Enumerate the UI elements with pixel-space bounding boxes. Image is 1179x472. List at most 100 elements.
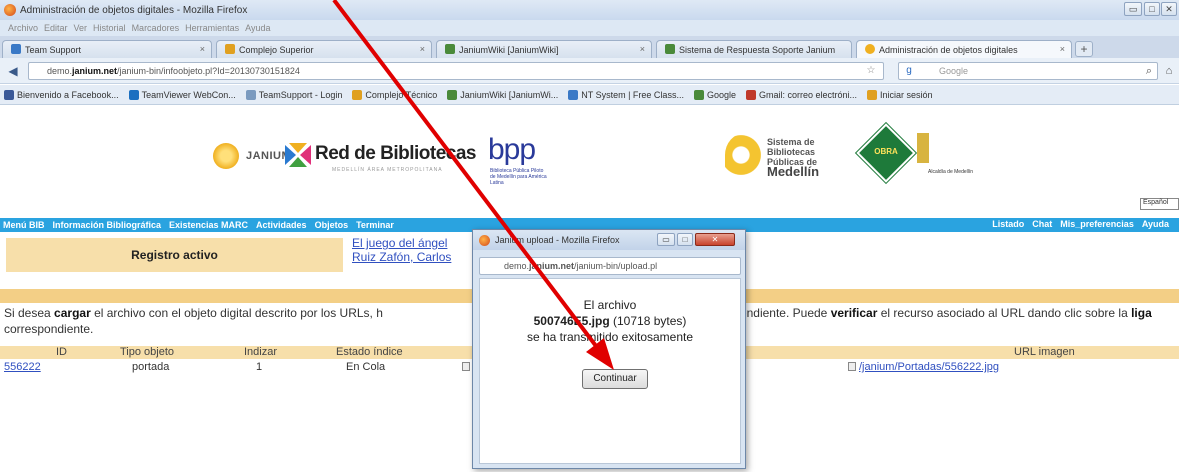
- tab-label: Sistema de Respuesta Soporte Janium: [679, 45, 836, 55]
- nt-icon: [568, 89, 579, 100]
- popup-minimize-button[interactable]: ▭: [657, 233, 675, 246]
- menu-chat[interactable]: Chat: [1032, 219, 1052, 229]
- registro-activo-label: Registro activo: [6, 238, 343, 272]
- window-title: Administración de objetos digitales - Mo…: [20, 4, 248, 16]
- url-path: /janium-bin/infoobjeto.pl?Id=20130730151…: [117, 66, 300, 76]
- close-window-button[interactable]: ✕: [1161, 2, 1177, 16]
- firefox-icon: [4, 4, 16, 16]
- tab-label: Team Support: [25, 45, 82, 55]
- popup-maximize-button[interactable]: □: [677, 233, 693, 246]
- bookmark-facebook[interactable]: Bienvenido a Facebook...: [4, 89, 119, 100]
- menu-bib[interactable]: Menú BIB: [3, 220, 45, 230]
- sbp-logo-icon: [725, 133, 765, 177]
- desc-bold: liga: [1131, 306, 1152, 320]
- bookmark-teamviewer[interactable]: TeamViewer WebCon...: [128, 89, 236, 100]
- menu-objetos[interactable]: Objetos: [315, 220, 349, 230]
- search-icon[interactable]: ⌕: [1140, 62, 1158, 80]
- popup-close-button[interactable]: ✕: [695, 233, 735, 246]
- desc-bold: cargar: [54, 306, 91, 320]
- menu-ayuda-page[interactable]: Ayuda: [1142, 219, 1169, 229]
- new-tab-button[interactable]: +: [1075, 41, 1093, 57]
- menu-existencias-marc[interactable]: Existencias MARC: [169, 220, 248, 230]
- popup-url-bar[interactable]: demo.janium.net/janium-bin/upload.pl: [479, 257, 741, 275]
- menu-editar[interactable]: Editar: [44, 23, 68, 33]
- url-imagen-link[interactable]: /janium/Portadas/556222.jpg: [859, 361, 999, 373]
- bpp-logo: bpp: [488, 133, 536, 166]
- url-host: janium.net: [529, 261, 575, 271]
- header-logos: JANIUM Red de Bibliotecas MEDELLÍN ÁREA …: [0, 123, 1179, 200]
- row-estado: En Cola: [346, 361, 386, 373]
- menu-archivo[interactable]: Archivo: [8, 23, 38, 33]
- wiki-icon: [445, 44, 455, 54]
- tab-complejo[interactable]: Complejo Superior ×: [216, 40, 432, 58]
- menu-historial[interactable]: Historial: [93, 23, 126, 33]
- close-tab-icon[interactable]: ×: [640, 44, 645, 54]
- teamsupport-icon: [245, 89, 256, 100]
- bookmark-teamsupport[interactable]: TeamSupport - Login: [245, 89, 342, 100]
- menu-herramientas[interactable]: Herramientas: [185, 23, 239, 33]
- maximize-button[interactable]: □: [1144, 2, 1160, 16]
- gmail-icon: [745, 89, 756, 100]
- menu-ver[interactable]: Ver: [74, 23, 88, 33]
- bpp-subtitle: Biblioteca Pública Piloto de Medellín pa…: [490, 168, 547, 186]
- search-input[interactable]: Google: [898, 62, 1158, 80]
- url-path: /janium-bin/upload.pl: [574, 261, 658, 271]
- desc-text: el archivo con el objeto digital descrit…: [90, 306, 383, 320]
- row-indizar: 1: [256, 361, 263, 373]
- desc-text: correspondiente.: [4, 322, 94, 336]
- back-arrow-icon[interactable]: ◀: [4, 62, 22, 80]
- star-icon[interactable]: ☆: [862, 62, 880, 80]
- close-tab-icon[interactable]: ×: [1060, 44, 1065, 54]
- menu-marcadores[interactable]: Marcadores: [132, 23, 180, 33]
- facebook-icon: [4, 89, 14, 100]
- bookmark-label: Complejo Técnico: [365, 89, 438, 100]
- bookmark-ntsystem[interactable]: NT System | Free Class...: [568, 89, 684, 100]
- navigation-bar: ◀ demo.janium.net/janium-bin/infoobjeto.…: [0, 58, 1179, 84]
- tab-team-support[interactable]: Team Support ×: [2, 40, 212, 58]
- wiki-icon: [447, 89, 458, 100]
- bookmark-complejo[interactable]: Complejo Técnico: [352, 89, 438, 100]
- google-engine-icon[interactable]: g: [900, 62, 918, 80]
- desc-bold: verificar: [830, 306, 878, 320]
- url-row: /janium/Portadas/556222.jpg: [848, 361, 999, 373]
- menu-informacion-bibliografica[interactable]: Información Bibliográfica: [53, 220, 162, 230]
- close-tab-icon[interactable]: ×: [200, 44, 205, 54]
- bookmark-label: NT System | Free Class...: [581, 89, 684, 100]
- upload-popup-window: Janium upload - Mozilla Firefox ▭ □ ✕ de…: [472, 229, 746, 469]
- close-tab-icon[interactable]: ×: [420, 44, 425, 54]
- red-bibliotecas-title: Red de Bibliotecas: [315, 143, 477, 164]
- bookmark-gmail[interactable]: Gmail: correo electróni...: [745, 89, 857, 100]
- title-link[interactable]: El juego del ángel: [352, 236, 451, 250]
- author-link[interactable]: Ruiz Zafón, Carlos: [352, 250, 451, 264]
- bookmark-login[interactable]: Iniciar sesión: [867, 89, 933, 100]
- tab-administracion[interactable]: Administración de objetos digitales ×: [856, 40, 1072, 58]
- tab-janiumwiki[interactable]: JaniumWiki [JaniumWiki] ×: [436, 40, 652, 58]
- tab-sistema-soporte[interactable]: Sistema de Respuesta Soporte Janium: [656, 40, 852, 58]
- bookmark-janiumwiki[interactable]: JaniumWiki [JaniumWi...: [447, 89, 558, 100]
- row-id-link[interactable]: 556222: [4, 361, 41, 373]
- url-bar[interactable]: demo.janium.net/janium-bin/infoobjeto.pl…: [28, 62, 884, 80]
- col-url-imagen: URL imagen: [1014, 346, 1075, 358]
- language-select[interactable]: Español: [1140, 198, 1179, 210]
- bookmark-label: Google: [706, 89, 736, 100]
- url-host: janium.net: [72, 66, 118, 76]
- tab-label: Administración de objetos digitales: [879, 45, 1018, 55]
- minimize-button[interactable]: ▭: [1124, 2, 1142, 16]
- popup-body: El archivo 500746E5.jpg (10718 bytes) se…: [479, 278, 741, 464]
- url-prefix: demo.: [504, 261, 530, 271]
- col-estado-indice: Estado índice: [336, 346, 403, 358]
- menu-mis-preferencias[interactable]: Mis_preferencias: [1060, 219, 1134, 229]
- team-icon: [11, 44, 21, 54]
- menu-ayuda[interactable]: Ayuda: [245, 23, 270, 33]
- red-bibliotecas-logo-icon: [285, 143, 311, 167]
- menu-terminar[interactable]: Terminar: [356, 220, 394, 230]
- continuar-button[interactable]: Continuar: [582, 369, 648, 389]
- col-id: ID: [56, 346, 67, 358]
- login-icon: [867, 89, 878, 100]
- bookmark-google[interactable]: Google: [693, 89, 736, 100]
- sbp-line: Bibliotecas: [767, 147, 816, 157]
- menu-actividades[interactable]: Actividades: [256, 220, 307, 230]
- home-icon[interactable]: ⌂: [1160, 62, 1178, 80]
- bookmark-label: TeamViewer WebCon...: [141, 89, 236, 100]
- menu-listado[interactable]: Listado: [992, 219, 1024, 229]
